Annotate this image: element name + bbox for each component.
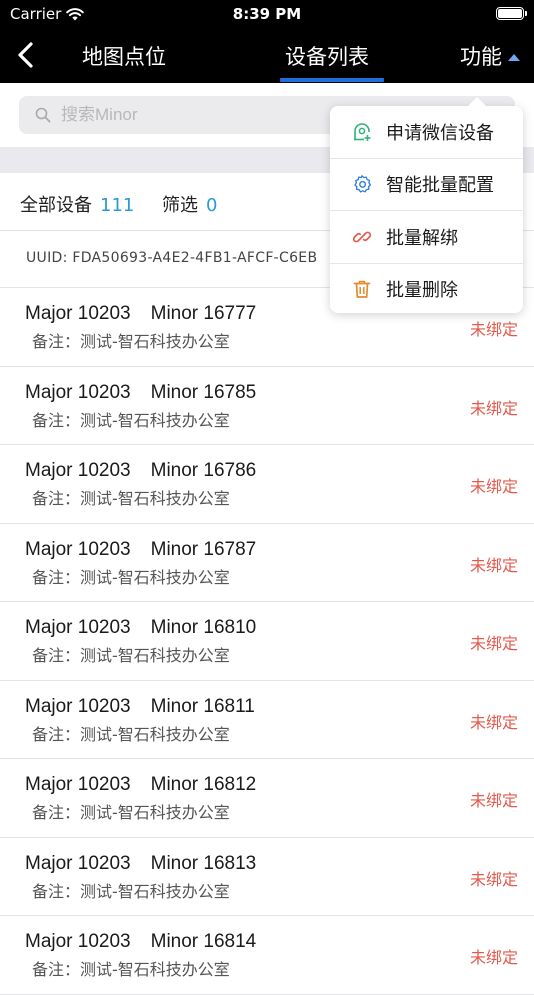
device-ids: Major 10203 Minor 16810 — [25, 617, 256, 639]
device-ids: Major 10203 Minor 16785 — [25, 382, 256, 404]
device-note: 备注：测试-智石科技办公室 — [32, 960, 230, 979]
device-minor: Minor 16777 — [150, 303, 257, 324]
device-major: Major 10203 — [25, 931, 131, 952]
device-note: 备注：测试-智石科技办公室 — [32, 881, 230, 901]
device-minor: Minor 16785 — [150, 381, 257, 403]
device-minor: Minor 16786 — [150, 460, 257, 481]
device-minor: Minor 16813 — [150, 852, 257, 874]
device-major: Major 10203 — [25, 852, 131, 874]
device-minor: Minor 16814 — [150, 931, 257, 952]
device-note: 备注：测试-智石科技办公室 — [32, 724, 230, 744]
device-major: Major 10203 — [25, 381, 131, 403]
device-ids: Major 10203 Minor 16777 — [25, 303, 256, 325]
menu-label: 智能批量配置 — [386, 175, 494, 197]
filter-label: 筛选 — [162, 195, 198, 216]
device-major: Major 10203 — [25, 695, 131, 717]
unlink-icon — [352, 227, 372, 247]
device-note: 备注：测试-智石科技办公室 — [32, 410, 230, 430]
nav-bar: 地图点位 设备列表 功能 — [0, 28, 534, 83]
device-ids: Major 10203 Minor 16787 — [25, 539, 256, 561]
trash-icon — [352, 279, 372, 299]
device-ids: Major 10203 Minor 16786 — [25, 460, 256, 482]
wechat-device-icon — [352, 122, 372, 142]
tab-device-list[interactable]: 设备列表 — [285, 41, 369, 71]
active-tab-indicator — [280, 78, 384, 82]
function-popup-menu: 申请微信设备 智能批量配置 批量解绑 批量删除 — [330, 97, 523, 316]
device-row[interactable]: Major 10203 Minor 16786 备注：测试-智石科技办公室 未绑定 — [0, 445, 534, 524]
all-devices-count: 111 — [100, 195, 135, 216]
menu-item-batch-delete[interactable]: 批量删除 — [330, 264, 523, 316]
device-note: 备注：测试-智石科技办公室 — [32, 567, 230, 587]
back-arrow-icon[interactable] — [12, 40, 42, 70]
device-status: 未绑定 — [469, 948, 518, 967]
function-menu-button[interactable]: 功能 — [460, 41, 520, 71]
status-bar: Carrier 8:39 PM — [0, 0, 534, 28]
device-major: Major 10203 — [25, 303, 131, 324]
device-row[interactable]: Major 10203 Minor 16787 备注：测试-智石科技办公室 未绑定 — [0, 524, 534, 602]
device-row[interactable]: Major 10203 Minor 16813 备注：测试-智石科技办公室 未绑定 — [0, 838, 534, 916]
device-major: Major 10203 — [25, 538, 131, 560]
device-note: 备注：测试-智石科技办公室 — [32, 332, 230, 351]
menu-item-smart-batch-config[interactable]: 智能批量配置 — [330, 159, 523, 211]
battery-icon — [496, 7, 527, 20]
device-note: 备注：测试-智石科技办公室 — [32, 803, 230, 822]
device-major: Major 10203 — [25, 774, 131, 795]
filtered-devices-filter[interactable]: 筛选 0 — [162, 191, 217, 217]
device-note: 备注：测试-智石科技办公室 — [32, 646, 230, 665]
menu-label: 批量解绑 — [386, 227, 458, 249]
menu-item-apply-wechat-device[interactable]: 申请微信设备 — [330, 106, 523, 159]
device-status: 未绑定 — [469, 712, 518, 732]
device-note: 备注：测试-智石科技办公室 — [32, 489, 230, 508]
function-label: 功能 — [460, 45, 502, 69]
filter-count: 0 — [206, 195, 218, 216]
device-minor: Minor 16810 — [150, 617, 257, 638]
all-devices-label: 全部设备 — [20, 195, 92, 216]
device-status: 未绑定 — [469, 634, 518, 653]
device-minor: Minor 16787 — [150, 538, 257, 560]
caret-up-icon — [508, 53, 520, 61]
device-ids: Major 10203 Minor 16812 — [25, 774, 256, 796]
search-icon — [35, 107, 51, 123]
menu-item-batch-unbind[interactable]: 批量解绑 — [330, 211, 523, 264]
gear-icon — [352, 174, 372, 194]
clock: 8:39 PM — [232, 5, 302, 23]
device-status: 未绑定 — [469, 791, 518, 810]
device-minor: Minor 16812 — [150, 774, 257, 795]
device-minor: Minor 16811 — [150, 695, 255, 717]
device-ids: Major 10203 Minor 16813 — [25, 853, 256, 875]
device-status: 未绑定 — [469, 869, 518, 889]
device-row[interactable]: Major 10203 Minor 16785 备注：测试-智石科技办公室 未绑定 — [0, 367, 534, 445]
device-row[interactable]: Major 10203 Minor 16810 备注：测试-智石科技办公室 未绑定 — [0, 602, 534, 681]
uuid-text: UUID: FDA50693-A4E2-4FB1-AFCF-C6EB — [26, 250, 318, 266]
device-list: Major 10203 Minor 16777 备注：测试-智石科技办公室 未绑定… — [0, 288, 534, 995]
device-status: 未绑定 — [469, 398, 518, 418]
device-major: Major 10203 — [25, 460, 131, 481]
device-status: 未绑定 — [469, 320, 518, 339]
tab-map-points[interactable]: 地图点位 — [82, 41, 166, 71]
menu-label: 申请微信设备 — [386, 122, 494, 144]
device-major: Major 10203 — [25, 617, 131, 638]
menu-label: 批量删除 — [386, 280, 458, 302]
device-row[interactable]: Major 10203 Minor 16812 备注：测试-智石科技办公室 未绑定 — [0, 759, 534, 838]
device-status: 未绑定 — [469, 555, 518, 575]
device-row[interactable]: Major 10203 Minor 16814 备注：测试-智石科技办公室 未绑定 — [0, 916, 534, 995]
device-row[interactable]: Major 10203 Minor 16811 备注：测试-智石科技办公室 未绑定 — [0, 681, 534, 759]
all-devices-filter[interactable]: 全部设备 111 — [20, 191, 134, 217]
device-ids: Major 10203 Minor 16811 — [25, 696, 255, 718]
device-status: 未绑定 — [469, 477, 518, 496]
